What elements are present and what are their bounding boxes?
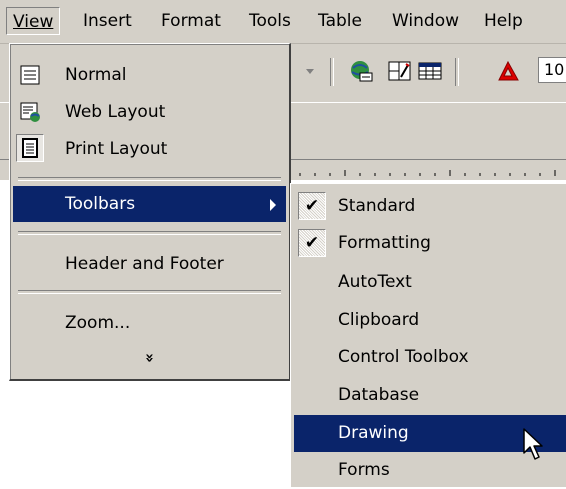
chevron-glyph: »	[140, 353, 159, 363]
view-menu-item-label: Zoom...	[65, 313, 131, 333]
view-menu-item-label: Web Layout	[65, 102, 166, 122]
menu-separator	[18, 231, 281, 235]
toolbar-item-label: Drawing	[338, 423, 409, 443]
menu-insert-label: Insert	[83, 11, 132, 31]
menu-table[interactable]: Table	[312, 7, 368, 35]
view-menu-item-web-layout[interactable]: Web Layout	[13, 94, 286, 130]
view-menu-item-zoom[interactable]: Zoom...	[13, 305, 286, 341]
menu-view-label: View	[13, 12, 54, 32]
view-menu-item-label: Header and Footer	[65, 254, 224, 274]
acrobat-icon[interactable]	[496, 59, 522, 83]
toolbar-item-control-toolbox[interactable]: Control Toolbox	[294, 339, 566, 376]
menu-format-label: Format	[161, 11, 221, 31]
zoom-value: 10	[544, 60, 565, 79]
toolbar-item-label: Clipboard	[338, 310, 420, 330]
toolbar-separator	[455, 58, 459, 86]
dropdown-arrow-icon[interactable]	[300, 59, 320, 83]
menu-view[interactable]: View	[6, 7, 61, 35]
toolbar-item-label: Control Toolbox	[338, 347, 469, 367]
toolbar-item-label: Forms	[338, 460, 390, 480]
view-menu-item-toolbars[interactable]: Toolbars	[13, 186, 286, 222]
menu-separator	[18, 177, 281, 181]
toolbar-item-standard[interactable]: ✔ Standard	[294, 188, 566, 225]
view-menu-item-label: Toolbars	[65, 194, 136, 214]
view-menu-item-label: Normal	[65, 65, 127, 85]
check-icon: ✔	[298, 229, 326, 257]
submenu-arrow-icon	[270, 199, 276, 211]
toolbar-separator	[330, 58, 334, 86]
view-menu: Normal Web Layout Print Layout Toolbars …	[9, 43, 291, 381]
web-globe-icon[interactable]	[348, 59, 374, 83]
toolbar-item-label: Standard	[338, 196, 416, 216]
toolbar-item-label: AutoText	[338, 272, 412, 292]
toolbar-item-autotext[interactable]: AutoText	[294, 264, 566, 301]
print-layout-icon	[16, 134, 44, 162]
normal-view-icon	[19, 64, 41, 86]
drawing-toolbar-icon[interactable]	[387, 59, 413, 83]
menu-tools[interactable]: Tools	[243, 7, 297, 35]
toolbar-item-formatting[interactable]: ✔ Formatting	[294, 225, 566, 262]
view-menu-item-print-layout[interactable]: Print Layout	[13, 131, 286, 167]
menu-window[interactable]: Window	[386, 7, 465, 35]
toolbar-item-label: Formatting	[338, 233, 431, 253]
menu-format[interactable]: Format	[155, 7, 227, 35]
view-menu-item-normal[interactable]: Normal	[13, 57, 286, 93]
mouse-cursor-icon	[523, 428, 545, 467]
toolbar-item-clipboard[interactable]: Clipboard	[294, 302, 566, 339]
menu-window-label: Window	[392, 11, 460, 31]
toolbar-item-database[interactable]: Database	[294, 377, 566, 414]
zoom-combo[interactable]: 10	[538, 57, 566, 83]
toolbar-item-label: Database	[338, 385, 420, 405]
menu-help-label: Help	[484, 11, 523, 31]
menu-bar: View Insert Format Tools Table Window He…	[0, 0, 566, 44]
menu-tools-label: Tools	[249, 11, 291, 31]
view-menu-item-label: Print Layout	[65, 139, 168, 159]
expand-menu-chevron-icon[interactable]: »	[10, 346, 289, 370]
view-menu-item-header-footer[interactable]: Header and Footer	[13, 246, 286, 282]
table-grid-icon[interactable]	[417, 59, 443, 83]
web-layout-icon	[19, 101, 41, 123]
check-icon: ✔	[298, 192, 326, 220]
menu-help[interactable]: Help	[478, 7, 529, 35]
menu-insert[interactable]: Insert	[77, 7, 138, 35]
menu-separator	[18, 290, 281, 294]
menu-table-label: Table	[318, 11, 362, 31]
